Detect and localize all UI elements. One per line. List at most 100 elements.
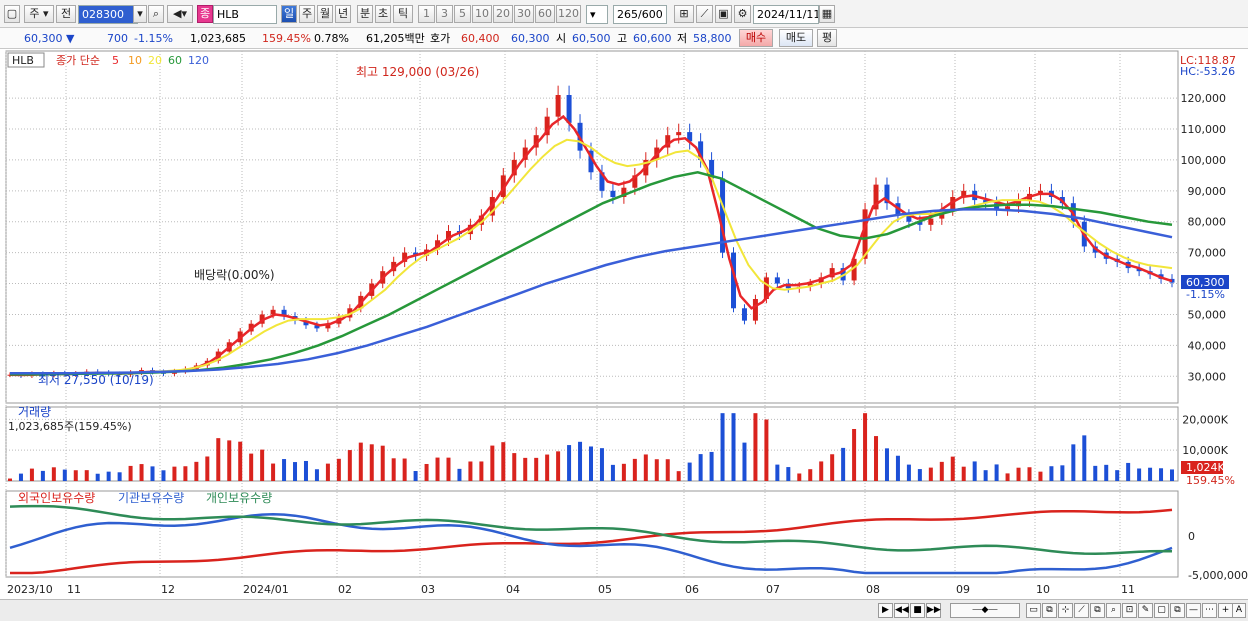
tick-120[interactable]: 120 <box>556 5 581 23</box>
period-tick-tab[interactable]: 틱 <box>393 5 413 23</box>
sell-button[interactable]: 매도 <box>779 29 813 47</box>
zoom-fit-icon[interactable]: ▭ <box>1026 603 1041 618</box>
period-week-tab[interactable]: 주 <box>299 5 315 23</box>
chart-tools-icon[interactable]: ⊞ <box>674 5 694 23</box>
period-second-tab[interactable]: 초 <box>375 5 391 23</box>
trade-amount: 61,205백만 <box>366 32 425 45</box>
draw-icon[interactable]: ✎ <box>1138 603 1153 618</box>
volume-bar <box>589 446 593 481</box>
tick-3[interactable]: 3 <box>436 5 453 23</box>
volume-bar <box>128 465 133 481</box>
gear-icon[interactable]: ⚙ <box>734 5 751 23</box>
holdings-tick-label: 0 <box>1188 530 1195 543</box>
legend-ma-10: 10 <box>128 54 142 67</box>
stock-chart-svg[interactable]: 30,00040,00050,00060,00070,00080,00090,0… <box>0 49 1248 599</box>
volume-bar <box>654 459 659 481</box>
volume-bar <box>84 470 89 481</box>
tick-30[interactable]: 30 <box>514 5 534 23</box>
volume-bar <box>51 467 56 481</box>
search-icon[interactable]: ⌕ <box>148 5 164 23</box>
volume-bar <box>106 471 111 481</box>
volume-pct-label: 159.45% <box>1186 474 1235 487</box>
trend-icon[interactable]: ⟋ <box>1074 603 1089 618</box>
window-icon-3[interactable]: ⧉ <box>1170 603 1185 618</box>
volume-bar <box>808 469 813 481</box>
volume-title: 거래량 <box>18 405 51 419</box>
volume-bar <box>380 445 385 481</box>
period-year-tab[interactable]: 년 <box>335 5 351 23</box>
zoom-out-icon[interactable]: — <box>1186 603 1201 618</box>
calendar-icon[interactable]: ▦ <box>819 5 835 23</box>
time-tick-label: 02 <box>338 583 352 596</box>
volume-bar <box>446 457 451 481</box>
zoom-icon[interactable]: ⌕ <box>1106 603 1121 618</box>
draw-tools-icon[interactable]: ⟋ <box>696 5 713 23</box>
candle-body <box>741 308 747 321</box>
low-label: 저 <box>677 32 688 45</box>
chart-area[interactable]: 30,00040,00050,00060,00070,00080,00090,0… <box>0 49 1248 599</box>
candle-body <box>566 95 572 123</box>
scroll-right-icon[interactable]: ▶ <box>878 603 893 618</box>
tick-custom-select[interactable]: ▾ <box>586 5 608 24</box>
time-tick-label: 08 <box>866 583 880 596</box>
volume-current-label: 1,024K <box>1186 461 1225 474</box>
stop-icon[interactable]: ■ <box>910 603 925 618</box>
volume-bar <box>906 464 911 481</box>
volume-bar <box>205 456 210 481</box>
period-month-tab[interactable]: 월 <box>317 5 333 23</box>
period-day-tab[interactable]: 일 <box>281 5 297 23</box>
volume-bar <box>764 419 769 481</box>
stock-code-input[interactable]: 028300 <box>78 5 138 24</box>
count-field[interactable]: 265/600 <box>613 5 667 24</box>
copy-icon[interactable]: ⧉ <box>1042 603 1057 618</box>
volume: 1,023,685 <box>190 32 246 45</box>
volume-bar <box>830 454 835 481</box>
more-icon[interactable]: ⋯ <box>1202 603 1217 618</box>
time-tick-label: 07 <box>766 583 780 596</box>
compare-icon[interactable]: ⧉ <box>1090 603 1105 618</box>
rewind-icon[interactable]: ◀◀ <box>894 603 909 618</box>
stock-name-field[interactable]: HLB <box>213 5 277 24</box>
open-price: 60,500 <box>572 32 611 45</box>
volume-bar <box>863 413 868 481</box>
save-icon[interactable]: ▣ <box>715 5 732 23</box>
status-bar: ▶ ◀◀ ■ ▶▶ ⎯⎯◆⎯⎯ ▭ ⧉ ⊹ ⟋ ⧉ ⌕ ⊡ ✎ ▢ ⧉ — ⋯ … <box>0 599 1248 621</box>
tick-10[interactable]: 10 <box>472 5 492 23</box>
scroll-slider[interactable]: ⎯⎯◆⎯⎯ <box>950 603 1020 618</box>
tick-60[interactable]: 60 <box>535 5 555 23</box>
crosshair-icon[interactable]: ⊹ <box>1058 603 1073 618</box>
dropdown-chevron-icon[interactable]: ▾ <box>133 5 147 23</box>
tick-5[interactable]: 5 <box>454 5 471 23</box>
volume-value: 1,023,685주(159.45%) <box>8 420 132 433</box>
period-minute-tab[interactable]: 분 <box>357 5 373 23</box>
current-price: 60,300 ▼ <box>24 32 75 45</box>
volume-bar <box>435 457 440 481</box>
buy-button[interactable]: 매수 <box>739 29 773 47</box>
date-field[interactable]: 2024/11/11 <box>753 5 819 24</box>
volume-bar <box>731 413 736 481</box>
price-tick-label: 80,000 <box>1188 216 1227 229</box>
zoom-in-icon[interactable]: + <box>1218 603 1233 618</box>
tick-20[interactable]: 20 <box>493 5 513 23</box>
time-tick-label: 03 <box>421 583 435 596</box>
candle-body <box>555 95 561 117</box>
speaker-icon[interactable]: ◀▾ <box>167 5 193 23</box>
eval-button[interactable]: 평 <box>817 29 837 47</box>
volume-bar <box>183 466 188 481</box>
volume-bar <box>665 459 670 481</box>
prev-button[interactable]: 전 <box>56 5 76 23</box>
legend-name: HLB <box>12 54 34 67</box>
window-icon-2[interactable]: ▢ <box>1154 603 1169 618</box>
volume-ratio: 159.45% <box>262 32 311 45</box>
text-size-icon[interactable]: A <box>1232 603 1246 618</box>
tick-1[interactable]: 1 <box>418 5 435 23</box>
fast-forward-icon[interactable]: ▶▶ <box>926 603 941 618</box>
mode-select[interactable]: 주 ▾ <box>24 5 54 23</box>
candle-body <box>752 299 758 321</box>
window-icon[interactable]: ▢ <box>4 5 20 23</box>
volume-bar <box>621 463 626 481</box>
layout-icon[interactable]: ⊡ <box>1122 603 1137 618</box>
volume-bar <box>1159 468 1164 481</box>
holdings-legend-2: 개인보유수량 <box>206 491 272 505</box>
volume-bar <box>29 468 34 481</box>
